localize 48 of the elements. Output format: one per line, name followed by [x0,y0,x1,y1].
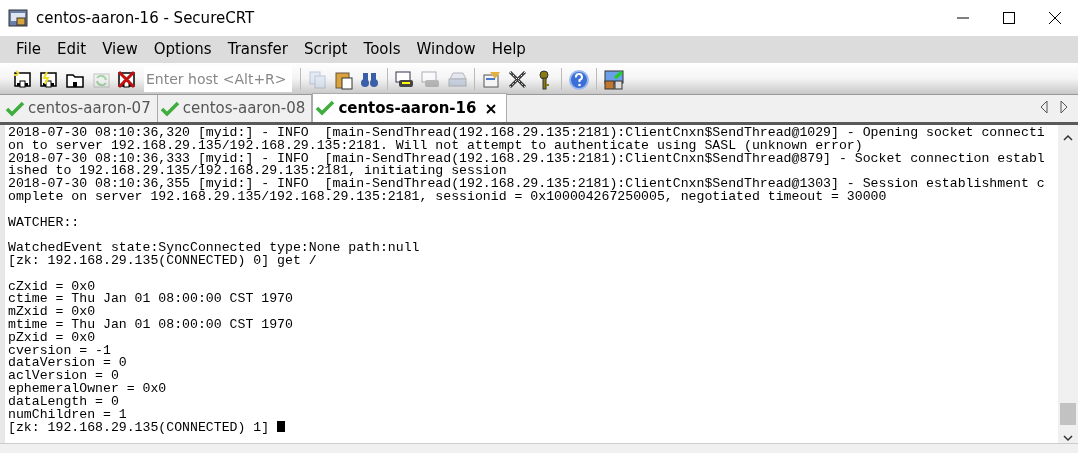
session-tab[interactable]: centos-aaron-07 [3,95,158,122]
menu-item[interactable]: Window [408,38,484,61]
terminal-line: 2018-07-30 08:10:36,333 [myid:] - INFO [main-SendThread(192.168.29.135:2181):ClientCnxn$SendThread@879] - Socket connection establ [8,152,1046,166]
terminal-line: WATCHER:: [8,216,81,230]
terminal-line: dataVersion = 0 [8,357,128,371]
terminal-line: 2018-07-30 08:10:36,320 [myid:] - INFO [main-SendThread(192.168.29.135:2181):ClientCnxn$SendThread@1029] - Opening socket connecti [8,127,1046,140]
scroll-left-icon[interactable] [1038,99,1050,115]
disconnect-icon[interactable] [116,69,138,91]
terminal-icon[interactable] [12,69,34,91]
terminal-line: 2018-07-30 08:10:36,355 [myid:] - INFO [main-SendThread(192.168.29.135:2181):ClientCnxn$SendThread@1303] - Session establishment c [8,178,1046,191]
terminal-line: WatchedEvent state:SyncConnected type:None path:null [8,242,421,255]
terminal-line: on to server 192.168.29.135/192.168.29.135:2181. Will not attempt to authenticate using SASL (unknown error) [8,139,863,153]
terminal-line: dataLength = 0 [8,395,120,409]
menu-item[interactable]: Help [483,38,534,61]
terminal-line: ctime = Thu Jan 01 08:00:00 CST 1970 [8,293,294,307]
terminal-line: numChildren = 1 [8,408,128,422]
terminal-line: [zk: 192.168.29.135(CONNECTED) 0] get / [8,254,317,268]
app-icon [8,8,28,28]
check-icon [315,100,336,116]
terminal-line: ephemeralOwner = 0x0 [8,382,168,396]
terminal-line: aclVersion = 0 [8,370,120,383]
help-icon[interactable] [568,69,590,91]
menu-item[interactable]: File [8,38,50,61]
menu-item[interactable]: Tools [355,38,409,61]
check-icon [159,100,180,117]
settings-icon[interactable] [481,69,503,91]
terminal-line: mZxid = 0x0 [8,306,97,319]
scroll-right-icon[interactable] [1058,99,1070,115]
host-field[interactable]: Enter host <Alt+R> [144,65,292,92]
menu-item[interactable]: Edit [49,38,95,61]
terminal-line: omplete on server 192.168.29.135/192.168.29.135:2181, sessionid = 0x100004267250005, negotiated timeout = 30000 [8,191,888,204]
terminal-line: ished to 192.168.29.135/192.168.29.135:2181, initiating session [8,165,507,179]
terminal-line: [zk: 192.168.29.135(CONNECTED) 1] [8,420,270,436]
terminal-icon[interactable] [38,69,60,91]
window-title: centos-aaron-16 - SecureCRT [36,7,256,29]
menu-item[interactable]: Transfer [219,38,296,61]
terminal-line: pZxid = 0x0 [8,331,97,345]
terminal-line: cversion = -1 [8,344,112,358]
check-icon [5,100,25,117]
terminal-line: mtime = Thu Jan 01 08:00:00 CST 1970 [8,318,294,332]
menu-item[interactable]: Script [296,38,356,61]
scroll-thumb[interactable] [1060,403,1076,425]
terminal-line: cZxid = 0x0 [8,280,97,294]
clipboard-icon[interactable] [333,69,355,91]
session-tab[interactable]: centos-aaron-16 [312,93,508,122]
secure-file-icon[interactable] [603,69,625,91]
menu-item[interactable]: Options [145,38,220,61]
menu-item[interactable]: View [94,38,146,61]
